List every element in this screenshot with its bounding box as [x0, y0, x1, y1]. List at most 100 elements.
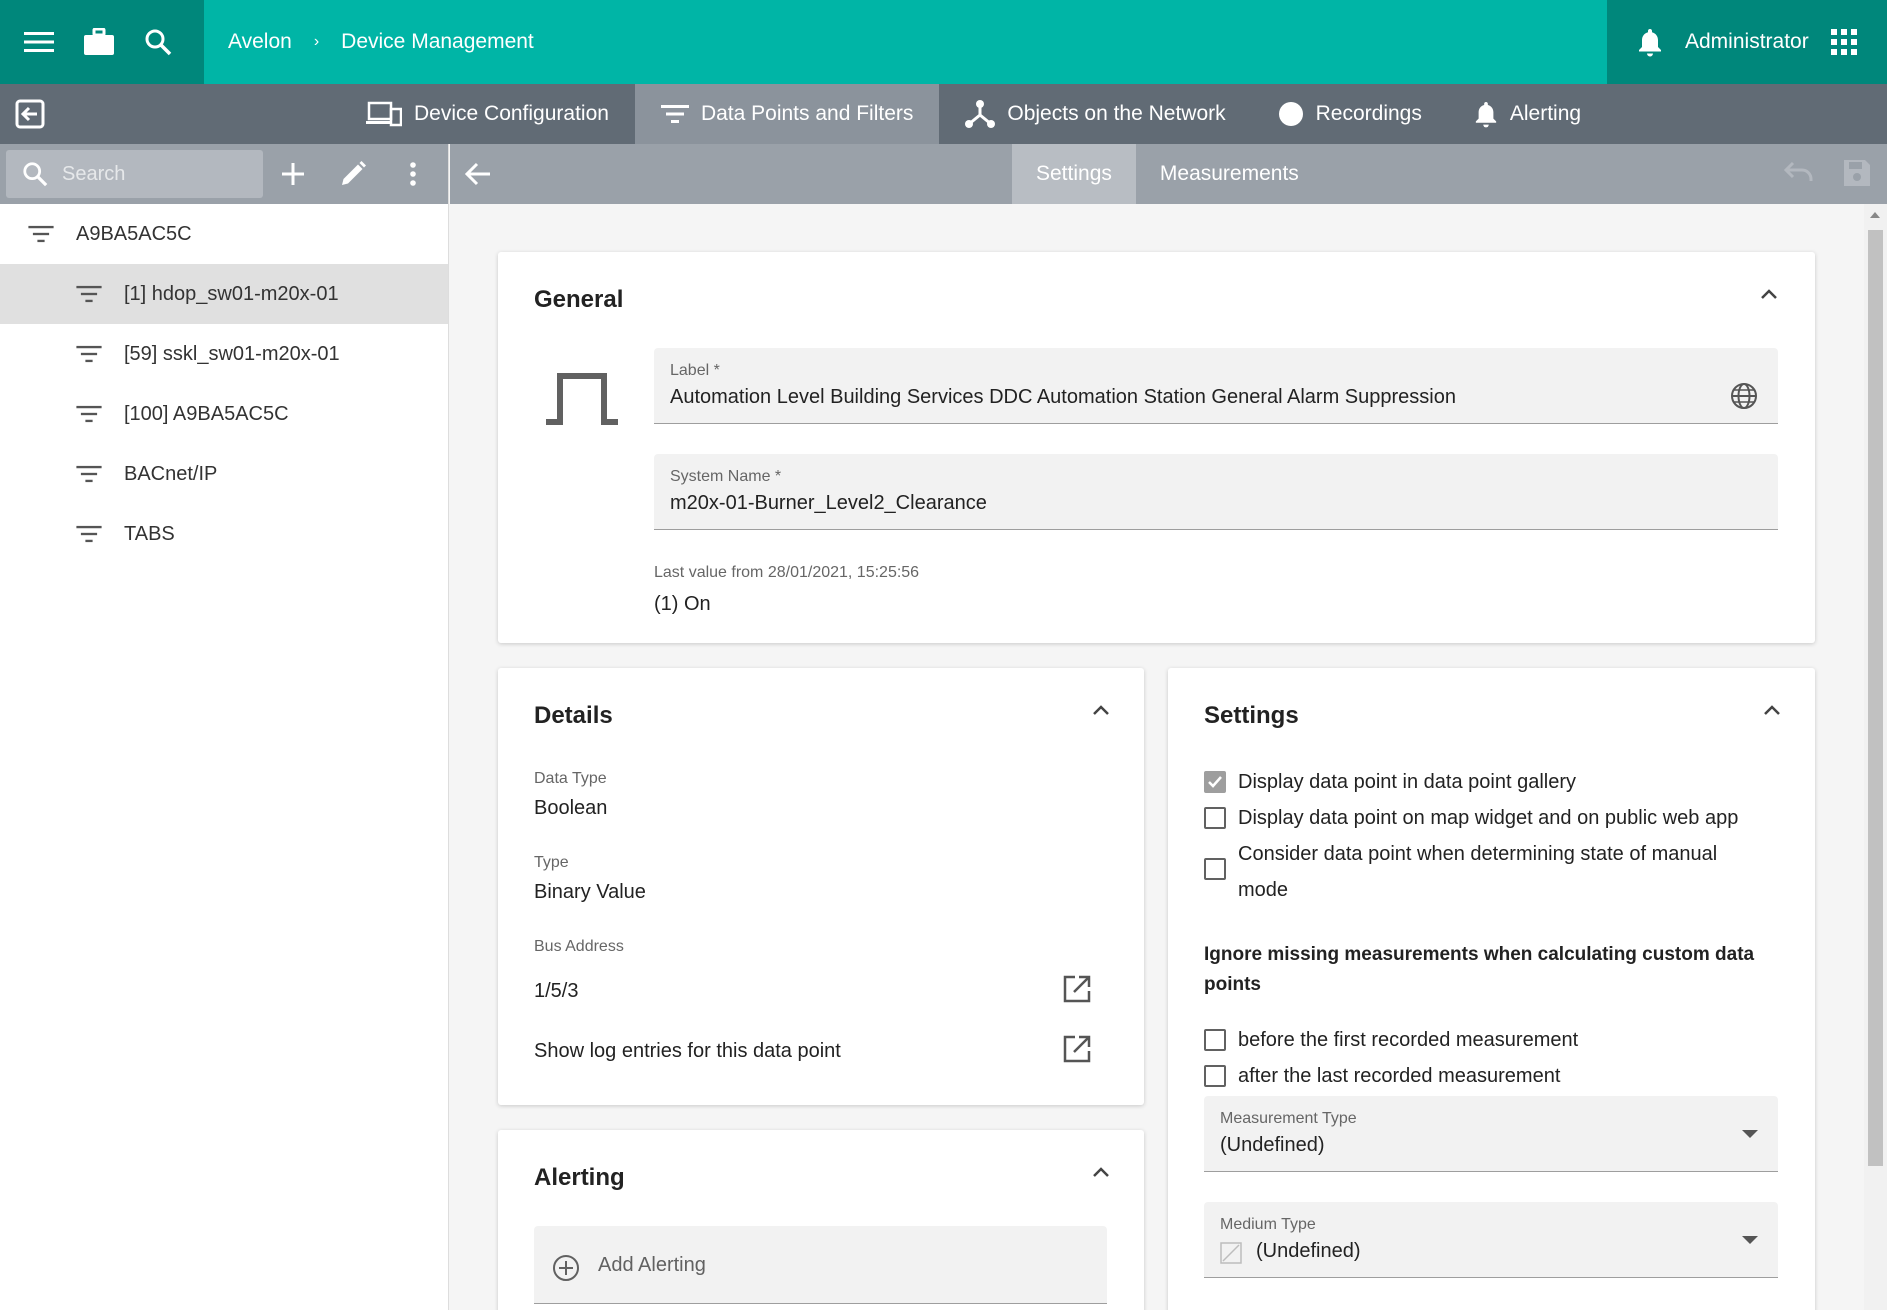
header-actions — [0, 0, 204, 84]
breadcrumb-item-device-management[interactable]: Device Management — [341, 30, 534, 54]
type-value: Binary Value — [534, 881, 646, 903]
filter-icon — [28, 225, 54, 243]
notifications-bell-icon[interactable] — [1637, 27, 1663, 57]
type-label: Type — [534, 854, 569, 871]
tab-label: Data Points and Filters — [700, 102, 914, 125]
system-name-value[interactable]: m20x-01-Burner_Level2_Clearance — [670, 492, 987, 515]
chevron-up-icon[interactable] — [1760, 288, 1778, 300]
back-arrow-icon[interactable] — [464, 158, 492, 190]
open-in-new-icon[interactable] — [1062, 1034, 1092, 1064]
filter-icon — [76, 525, 102, 543]
bus-address-label: Bus Address — [534, 938, 624, 955]
undo-icon[interactable] — [1780, 160, 1814, 186]
tab-recordings[interactable]: Recordings — [1252, 84, 1448, 144]
checkbox-row[interactable]: before the first recorded measurement — [1204, 1022, 1784, 1058]
checkbox[interactable] — [1204, 1029, 1226, 1051]
scrollbar[interactable] — [1864, 204, 1887, 1310]
save-icon[interactable] — [1842, 158, 1872, 188]
tree-item-label: A9BA5AC5C — [76, 222, 192, 245]
details-card: Details Data Type Boolean Type Binary Va… — [498, 668, 1144, 1105]
medium-type-select[interactable]: Medium Type (Undefined) — [1204, 1202, 1778, 1278]
card-title: General — [534, 286, 624, 313]
add-alerting-button[interactable]: Add Alerting — [534, 1226, 1107, 1304]
breadcrumb-item-avelon[interactable]: Avelon — [228, 30, 292, 54]
tree-item[interactable]: TABS — [0, 504, 448, 564]
open-in-new-icon[interactable] — [1062, 974, 1092, 1004]
data-type-value: Boolean — [534, 797, 608, 819]
content-toolbar: Settings Measurements — [450, 144, 1887, 204]
alerting-card: Alerting Add Alerting — [498, 1130, 1144, 1310]
bus-address-value: 1/5/3 — [534, 980, 579, 1002]
checkbox-label: Display data point in data point gallery — [1238, 771, 1576, 793]
checkbox-row[interactable]: Display data point on map widget and on … — [1204, 800, 1784, 836]
chevron-up-icon[interactable] — [1092, 1166, 1110, 1178]
log-entries-link[interactable]: Show log entries for this data point — [534, 1040, 841, 1063]
tree-item[interactable]: [59] sskl_sw01-m20x-01 — [0, 324, 448, 384]
tree-item[interactable]: A9BA5AC5C — [0, 204, 448, 264]
filter-icon — [76, 285, 102, 303]
system-name-field[interactable]: System Name * m20x-01-Burner_Level2_Clea… — [654, 454, 1778, 530]
checkbox[interactable] — [1204, 771, 1226, 793]
chevron-up-icon[interactable] — [1763, 704, 1781, 716]
tab-label: Device Configuration — [414, 102, 609, 125]
card-title: Settings — [1204, 702, 1299, 729]
globe-icon[interactable] — [1730, 382, 1758, 410]
scrollbar-thumb[interactable] — [1868, 230, 1883, 1166]
bell-icon — [1474, 99, 1498, 129]
tab-data-points-and-filters[interactable]: Data Points and Filters — [634, 84, 940, 144]
checkbox-row[interactable]: Consider data point when determining sta… — [1204, 836, 1764, 908]
binary-signal-icon — [546, 372, 618, 426]
checkbox-row[interactable]: after the last recorded measurement — [1204, 1058, 1784, 1094]
search-input[interactable] — [62, 162, 242, 186]
tab-device-configuration[interactable]: Device Configuration — [340, 84, 635, 144]
tree-item[interactable]: BACnet/IP — [0, 444, 448, 504]
checkbox-label: Consider data point when determining sta… — [1238, 843, 1718, 901]
more-options-button[interactable] — [383, 144, 443, 204]
plus-icon — [282, 163, 304, 185]
tree-item-label: [100] A9BA5AC5C — [124, 402, 289, 425]
network-icon — [965, 99, 996, 129]
search-icon[interactable] — [144, 28, 172, 56]
filter-icon — [660, 104, 689, 124]
tab-measurements[interactable]: Measurements — [1136, 144, 1323, 204]
tree-item[interactable]: [1] hdop_sw01-m20x-01 — [0, 264, 448, 324]
add-button[interactable] — [263, 144, 323, 204]
tree-item-label: [1] hdop_sw01-m20x-01 — [124, 282, 339, 305]
measurement-type-select[interactable]: Measurement Type (Undefined) — [1204, 1096, 1778, 1172]
exit-button[interactable] — [0, 84, 60, 144]
sidebar-toolbar — [0, 144, 448, 204]
chevron-up-icon[interactable] — [1092, 704, 1110, 716]
filter-icon — [76, 405, 102, 423]
last-value: (1) On — [654, 593, 711, 615]
briefcase-icon[interactable] — [84, 28, 114, 56]
tab-label: Recordings — [1315, 102, 1422, 125]
checkbox-row[interactable]: Display data point in data point gallery — [1204, 764, 1784, 800]
tab-settings[interactable]: Settings — [1012, 144, 1136, 204]
field-label: System Name * — [670, 468, 782, 485]
menu-icon[interactable] — [24, 30, 54, 54]
breadcrumb: Avelon › Device Management — [204, 30, 1607, 54]
tab-objects-on-the-network[interactable]: Objects on the Network — [939, 84, 1251, 144]
label-value[interactable]: Automation Level Building Services DDC A… — [670, 386, 1456, 409]
settings-card: Settings Display data point in data poin… — [1168, 668, 1815, 1310]
edit-button[interactable] — [323, 144, 383, 204]
pencil-icon — [340, 161, 366, 187]
scroll-up-arrow-icon[interactable] — [1870, 212, 1880, 218]
user-name[interactable]: Administrator — [1685, 30, 1809, 54]
field-label: Measurement Type — [1220, 1110, 1357, 1127]
checkbox-label: Display data point on map widget and on … — [1238, 807, 1739, 829]
last-value-label: Last value from 28/01/2021, 15:25:56 — [654, 564, 920, 581]
checkbox[interactable] — [1204, 858, 1226, 880]
checkbox[interactable] — [1204, 807, 1226, 829]
tree-item-label: BACnet/IP — [124, 462, 218, 485]
field-label: Label * — [670, 362, 720, 379]
search-box[interactable] — [6, 150, 263, 198]
tree-item[interactable]: [100] A9BA5AC5C — [0, 384, 448, 444]
apps-grid-icon[interactable] — [1830, 29, 1857, 55]
tab-alerting[interactable]: Alerting — [1448, 84, 1607, 144]
checkbox[interactable] — [1204, 1065, 1226, 1087]
label-field[interactable]: Label * Automation Level Building Servic… — [654, 348, 1778, 424]
app-header: Avelon › Device Management Administrator — [0, 0, 1887, 84]
module-tabbar: Device Configuration Data Points and Fil… — [0, 84, 1887, 144]
add-alerting-label: Add Alerting — [598, 1254, 706, 1276]
